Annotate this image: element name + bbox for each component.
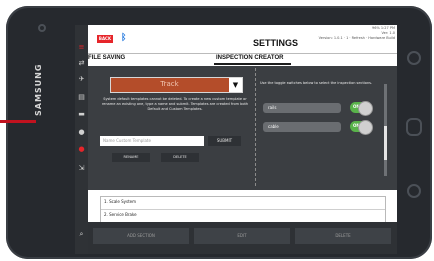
inspection-list: 1. Scale System 2. Service Brake — [100, 196, 386, 223]
caret-down-icon: ▼ — [229, 78, 242, 92]
status-info: 96% 1:27 PM Ver: 1.0 Version: 1.0.1 · 1 … — [319, 26, 395, 41]
device-brand: SAMSUNG — [34, 63, 43, 116]
alert-icon[interactable]: ● — [77, 145, 86, 153]
user-icon[interactable]: ● — [77, 128, 86, 136]
dropdown-selected: Track — [160, 80, 179, 88]
toggle-knob — [358, 120, 373, 135]
front-camera — [38, 24, 46, 32]
side-nav: ≡ ⇄ ✈ ▤ ▬ ● ● ⇲ ⌕ — [75, 25, 88, 254]
status-line: Version: 1.0.1 · 1 · Refresh · Hardware … — [318, 36, 395, 40]
section-toggle[interactable]: ON — [350, 101, 373, 116]
bottom-toolbar: ADD SECTION EDIT DELETE — [88, 222, 397, 254]
delete-template-button[interactable]: DELETE — [161, 153, 199, 162]
section-label: rails — [268, 105, 277, 110]
app-screen: ≡ ⇄ ✈ ▤ ▬ ● ● ⇲ ⌕ BACK ᛒ SETTINGS 96% 1:… — [75, 25, 397, 254]
search-icon[interactable]: ⌕ — [77, 230, 86, 238]
template-name-input[interactable]: Name Custom Template — [100, 136, 204, 146]
list-divider — [101, 209, 385, 210]
toggle-knob — [358, 101, 373, 116]
tab-file-saving[interactable]: FILE SAVING — [88, 55, 125, 61]
add-section-button[interactable]: ADD SECTION — [93, 228, 189, 244]
delete-button[interactable]: DELETE — [295, 228, 391, 244]
edit-button[interactable]: EDIT — [194, 228, 290, 244]
submit-button[interactable]: SUBMIT — [208, 136, 241, 146]
section-description: Use the toggle switches below to select … — [260, 81, 373, 85]
export-icon[interactable]: ⇲ — [77, 164, 86, 172]
section-scrollbar-thumb[interactable] — [384, 126, 387, 160]
folder-icon[interactable]: ▬ — [77, 110, 86, 118]
section-toggle[interactable]: ON — [350, 120, 373, 135]
back-hardware-button[interactable] — [407, 184, 421, 198]
red-guide-line — [0, 120, 36, 123]
recent-apps-button[interactable] — [407, 51, 421, 65]
creator-panel: Track ▼ System default templates cannot … — [88, 66, 397, 190]
section-item: cable — [263, 122, 341, 132]
page-title: SETTINGS — [253, 38, 299, 48]
list-item[interactable]: 2. Service Brake — [104, 212, 137, 217]
tab-bar: FILE SAVING INSPECTION CREATOR — [88, 54, 397, 65]
list-item[interactable]: 1. Scale System — [104, 199, 136, 204]
back-button[interactable]: BACK — [97, 35, 113, 43]
tab-inspection-creator[interactable]: INSPECTION CREATOR — [216, 55, 283, 61]
active-tab-indicator — [214, 63, 291, 65]
bluetooth-icon[interactable]: ᛒ — [121, 33, 126, 43]
plane-icon[interactable]: ✈ — [77, 75, 86, 83]
menu-icon[interactable]: ≡ — [77, 43, 86, 51]
section-label: cable — [268, 124, 279, 129]
panel-divider — [255, 68, 256, 186]
home-button[interactable] — [406, 118, 422, 136]
section-item: rails — [263, 103, 341, 113]
arrows-icon[interactable]: ⇄ — [77, 59, 86, 67]
rename-button[interactable]: RENAME — [112, 153, 150, 162]
top-bar: BACK ᛒ SETTINGS 96% 1:27 PM Ver: 1.0 Ver… — [88, 25, 397, 54]
template-dropdown[interactable]: Track ▼ — [110, 77, 243, 93]
clipboard-icon[interactable]: ▤ — [77, 93, 86, 101]
template-description: System default templates cannot be delet… — [101, 97, 249, 111]
